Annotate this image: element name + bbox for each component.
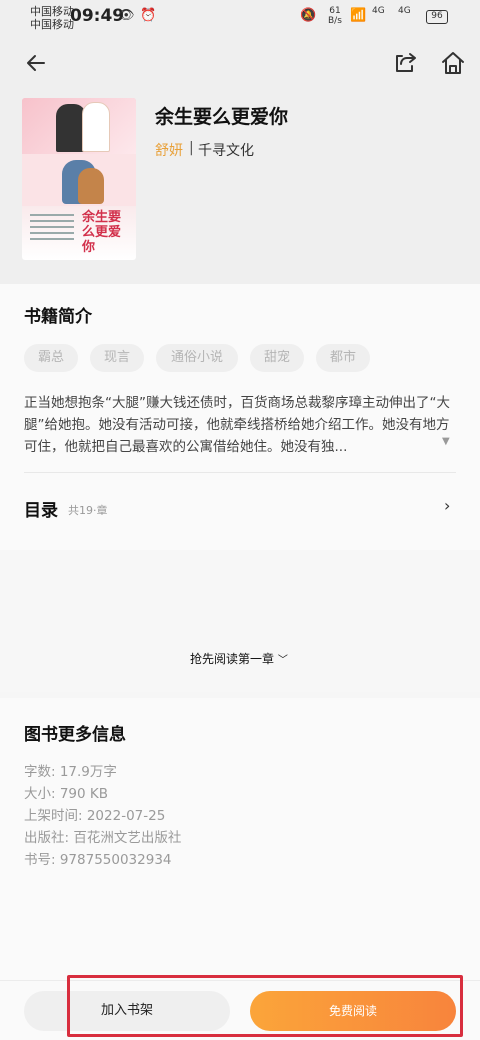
- intro-text: 正当她想抱条“大腿”赚大钱还债时，百货商场总裁黎序璋主动伸出了“大腿”给她抱。她…: [24, 395, 450, 455]
- intro-title: 书籍简介: [24, 307, 92, 327]
- author-separator: |: [189, 140, 194, 156]
- wifi-icon: 📶: [350, 8, 367, 23]
- tag-item[interactable]: 甜宠: [250, 344, 304, 372]
- divider: [24, 472, 456, 473]
- toc-label[interactable]: 目录: [24, 496, 58, 521]
- mute-icon: 🔕: [300, 8, 317, 23]
- back-button[interactable]: [22, 48, 52, 78]
- info-word-count: 字数: 17.9万字: [24, 764, 117, 780]
- share-button[interactable]: [390, 48, 420, 78]
- cover-title: 余生要么更爱你: [82, 210, 122, 255]
- book-cover[interactable]: 余生要么更爱你: [22, 98, 136, 260]
- net-speed: 61 B/s: [328, 6, 342, 26]
- clock: 09:49: [70, 6, 125, 26]
- signal-label-2: 4G: [398, 6, 411, 16]
- status-bar: 中国移动 中国移动 09:49 👁 ⏰ 🔕 61 B/s 📶 4G 4G 96: [0, 0, 480, 34]
- book-publisher: 千寻文化: [198, 143, 254, 159]
- tag-item[interactable]: 都市: [316, 344, 370, 372]
- info-publisher: 出版社: 百花洲文艺出版社: [24, 830, 182, 846]
- home-button[interactable]: [438, 48, 468, 78]
- book-header: 余生要么更爱你 余生要么更爱你 舒妍 | 千寻文化: [0, 34, 480, 284]
- toc-count: 共19·章: [68, 504, 108, 517]
- tag-item[interactable]: 通俗小说: [156, 344, 238, 372]
- more-info-title: 图书更多信息: [24, 725, 126, 745]
- signal-label-1: 4G: [372, 6, 385, 16]
- chevron-right-icon[interactable]: ›: [444, 496, 450, 515]
- info-size: 大小: 790 KB: [24, 786, 109, 802]
- book-author[interactable]: 舒妍: [155, 140, 183, 160]
- more-info-card: 图书更多信息 字数: 17.9万字 大小: 790 KB 上架时间: 2022-…: [0, 698, 480, 980]
- info-isbn: 书号: 9787550032934: [24, 852, 172, 868]
- chevron-down-icon: ﹀: [277, 655, 288, 666]
- tag-item[interactable]: 霸总: [24, 344, 78, 372]
- free-read-button[interactable]: 免费阅读: [250, 991, 456, 1031]
- expand-icon[interactable]: ▼: [442, 436, 450, 447]
- add-to-shelf-button[interactable]: 加入书架: [24, 991, 230, 1031]
- tag-item[interactable]: 现言: [90, 344, 144, 372]
- home-icon: [442, 52, 464, 74]
- intro-card: 书籍简介 霸总 现言 通俗小说 甜宠 都市 正当她想抱条“大腿”赚大钱还债时，百…: [0, 284, 480, 550]
- info-release-date: 上架时间: 2022-07-25: [24, 808, 166, 824]
- read-first-chapter-link[interactable]: 抢先阅读第一章 ﹀: [190, 650, 288, 667]
- carrier-2: 中国移动: [30, 18, 74, 31]
- carrier-1: 中国移动: [30, 5, 74, 18]
- share-icon: [396, 53, 416, 72]
- battery-icon: 96: [426, 10, 448, 24]
- eye-icon: 👁: [118, 8, 135, 23]
- preview-area: 抢先阅读第一章 ﹀: [0, 550, 480, 692]
- bottom-bar: 加入书架 免费阅读: [0, 980, 480, 1040]
- alarm-icon: ⏰: [140, 8, 157, 23]
- arrow-left-icon: [27, 55, 45, 71]
- book-title: 余生要么更爱你: [155, 106, 289, 128]
